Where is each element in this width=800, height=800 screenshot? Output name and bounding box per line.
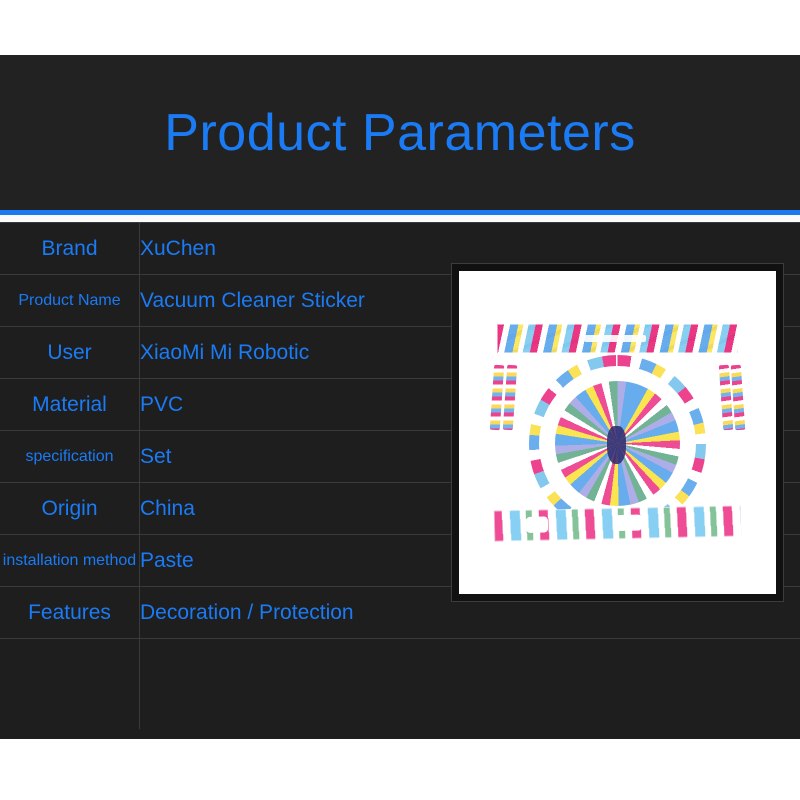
row-label-brand: Brand	[0, 222, 140, 275]
sticker-right-side-strip-2	[730, 364, 746, 430]
row-label-user: User	[0, 326, 140, 379]
sticker-bottom-cutout-left	[525, 516, 549, 533]
row-label-empty	[0, 638, 140, 729]
page-title: Product Parameters	[164, 103, 636, 162]
accent-divider-white	[0, 215, 800, 222]
row-label-installation-method: installation method	[0, 534, 140, 587]
product-photo-frame	[451, 263, 784, 602]
sticker-top-strip	[497, 324, 738, 353]
sticker-disc-inner	[554, 381, 680, 507]
row-label-features: Features	[0, 586, 140, 639]
sticker-bottom-cutout-center	[614, 514, 643, 532]
sticker-bottom-strip	[493, 505, 742, 542]
row-label-material: Material	[0, 378, 140, 431]
hero-banner: Product Parameters	[0, 55, 800, 210]
row-label-product-name: Product Name	[0, 274, 140, 327]
product-parameters-page: Product Parameters Brand XuChen Product …	[0, 0, 800, 800]
sticker-left-side-strip-2	[502, 364, 518, 430]
product-photo-image	[459, 271, 776, 594]
sticker-disc-ring	[539, 365, 696, 522]
row-value-empty	[139, 638, 800, 729]
row-label-specification: specification	[0, 430, 140, 483]
table-row-empty	[0, 638, 800, 729]
row-label-origin: Origin	[0, 482, 140, 535]
